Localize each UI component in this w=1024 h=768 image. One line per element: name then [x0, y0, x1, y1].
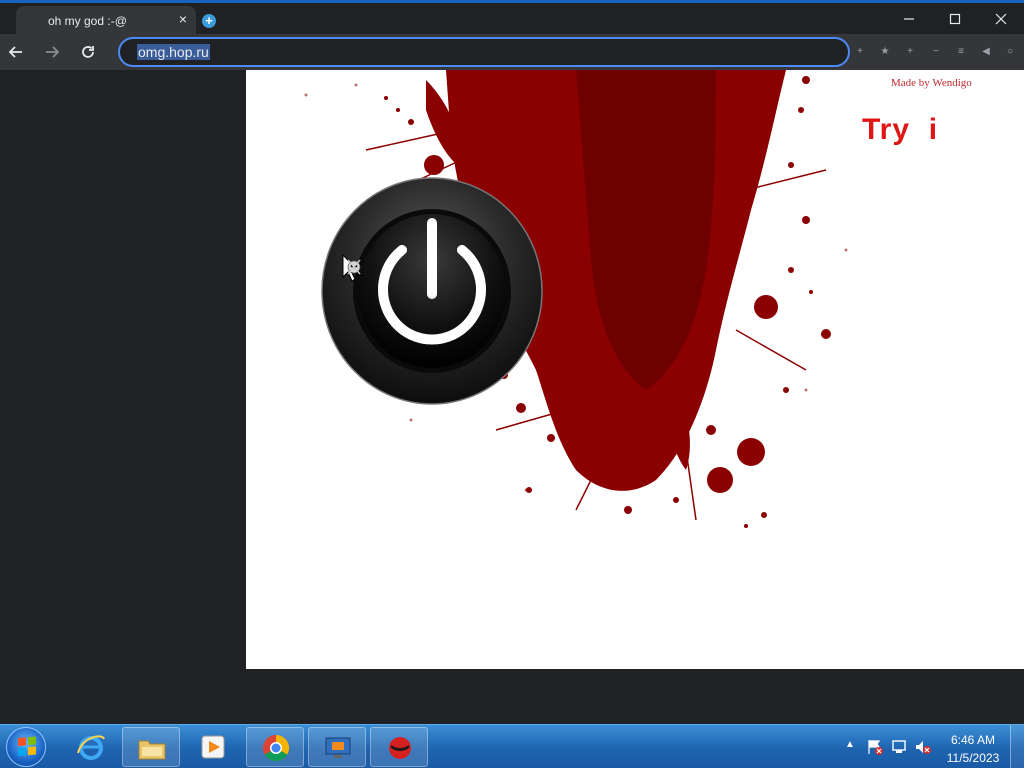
volume-muted-icon[interactable] [914, 738, 932, 756]
chrome-logo-icon [262, 734, 290, 762]
ie-logo-icon [77, 735, 105, 760]
start-orb-icon[interactable] [6, 727, 46, 767]
web-page: Made by Wendigo Try i [246, 70, 1024, 669]
file-explorer-icon[interactable] [122, 727, 180, 767]
tab-strip: oh my god :-@ × + [0, 3, 1024, 37]
monitor-icon [325, 737, 351, 758]
close-icon [995, 13, 1007, 25]
network-icon[interactable] [890, 738, 908, 756]
reload-button[interactable] [78, 42, 98, 62]
tray-chevron-icon[interactable]: ▲ [845, 739, 855, 750]
bookmark-star-icon[interactable]: ★ [879, 46, 891, 58]
window-close-button[interactable] [978, 3, 1024, 34]
system-tray: ▲ 6:46 AM 11/5/2023 [840, 725, 1024, 768]
arrow-left-icon [8, 46, 22, 58]
zoom-out-icon[interactable]: − [930, 46, 942, 58]
red-mask-icon [389, 737, 411, 759]
play-icon [201, 735, 225, 759]
back-button[interactable] [6, 42, 26, 62]
windows-logo-icon [18, 736, 36, 757]
address-text[interactable]: omg.hop.ru [137, 44, 210, 60]
minimize-icon [904, 18, 914, 20]
new-tab-button[interactable]: + [202, 14, 216, 28]
headline-text: Try i [862, 113, 939, 146]
extension-icon-2[interactable]: + [904, 46, 916, 58]
malware-app-icon[interactable] [370, 727, 428, 767]
browser-toolbar: omg.hop.ru + ★ + − ≡ ◀ ○ [0, 34, 1024, 70]
speaker-icon[interactable]: ◀ [980, 46, 992, 58]
remote-desktop-icon[interactable] [308, 727, 366, 767]
minimize-button[interactable] [886, 3, 932, 34]
clock-date[interactable]: 11/5/2023 [943, 751, 1003, 765]
power-button-icon[interactable] [321, 177, 543, 405]
internet-explorer-icon[interactable] [62, 727, 120, 767]
clock-time[interactable]: 6:46 AM [943, 733, 1003, 747]
menu-icon[interactable]: ≡ [955, 46, 967, 58]
forward-button[interactable] [42, 42, 62, 62]
address-bar[interactable]: omg.hop.ru [118, 37, 850, 67]
profile-icon[interactable]: ○ [1004, 46, 1016, 58]
arrow-right-icon [46, 46, 60, 58]
taskbar: ▲ 6:46 AM 11/5/2023 [0, 724, 1024, 768]
credit-text: Made by Wendigo [891, 77, 972, 89]
content-background-left [0, 70, 246, 669]
maximize-button[interactable] [932, 3, 978, 34]
folder-icon [138, 740, 166, 760]
tab-close-icon[interactable]: × [176, 12, 190, 26]
maximize-icon [949, 13, 961, 25]
browser-tab[interactable]: oh my god :-@ × [16, 6, 196, 37]
reload-icon [82, 46, 94, 58]
media-player-icon[interactable] [184, 727, 242, 767]
content-background-bottom [0, 669, 1024, 724]
show-desktop-button[interactable] [1010, 725, 1024, 768]
tab-title: oh my god :-@ [48, 14, 127, 28]
extension-icon-1[interactable]: + [854, 46, 866, 58]
chrome-icon[interactable] [246, 727, 304, 767]
action-center-flag-icon[interactable] [866, 738, 884, 756]
desktop-screen: oh my god :-@ × + omg.hop.ru + ★ + − ≡ ◀… [0, 0, 1024, 768]
